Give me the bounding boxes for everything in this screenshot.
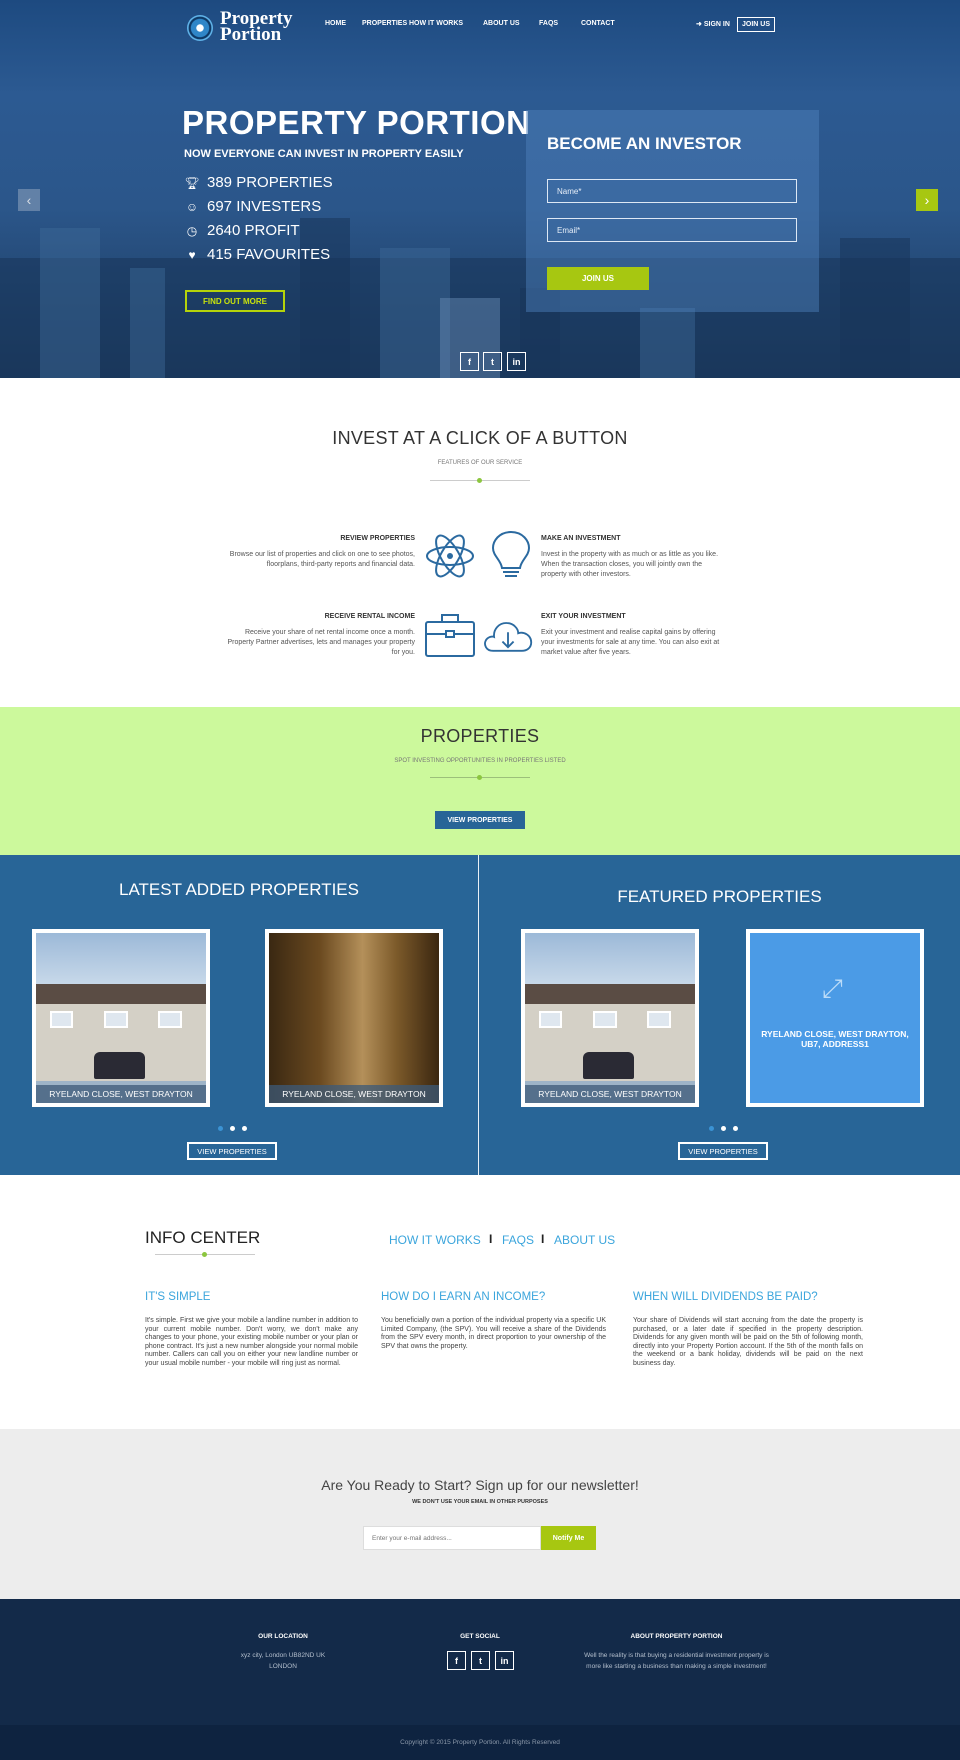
property-card-caption: RYELAND CLOSE, WEST DRAYTON xyxy=(36,1085,206,1103)
stat-favourites: ♥ 415 FAVOURITES xyxy=(185,246,330,263)
logo-text[interactable]: Property Portion xyxy=(220,9,292,44)
property-card[interactable]: RYELAND CLOSE, WEST DRAYTON xyxy=(265,929,443,1107)
notify-me-button[interactable]: Notify Me xyxy=(541,1526,596,1550)
slider-prev-arrow-icon[interactable]: ‹ xyxy=(18,189,40,211)
info-question: IT'S SIMPLE xyxy=(145,1291,211,1303)
expand-icon[interactable]: ⤢ xyxy=(822,973,852,1003)
copyright: Copyright © 2015 Property Portion. All R… xyxy=(0,1725,960,1760)
feature-text-rental: Receive your share of net rental income … xyxy=(227,629,415,656)
pager-dot[interactable] xyxy=(218,1126,223,1131)
property-card[interactable]: RYELAND CLOSE, WEST DRAYTON xyxy=(521,929,699,1107)
invest-title: INVEST AT A CLICK OF A BUTTON xyxy=(332,428,628,448)
footer-facebook-icon[interactable]: f xyxy=(447,1651,466,1670)
nav-home[interactable]: HOME xyxy=(325,20,346,27)
find-out-more-button[interactable]: FIND OUT MORE xyxy=(185,290,285,312)
pager-dot[interactable] xyxy=(242,1126,247,1131)
linkedin-icon[interactable]: in xyxy=(507,352,526,371)
info-link-separator: I xyxy=(541,1232,545,1246)
info-link-faqs[interactable]: FAQS xyxy=(502,1233,534,1247)
briefcase-icon xyxy=(425,614,475,657)
join-us-button[interactable]: JOIN US xyxy=(547,267,649,290)
invest-subtitle: FEATURES OF OUR SERVICE xyxy=(437,460,523,466)
nav-how-it-works[interactable]: HOW IT WORKS xyxy=(409,20,463,27)
latest-properties-title: LATEST ADDED PROPERTIES xyxy=(119,880,359,899)
twitter-icon[interactable]: t xyxy=(483,352,502,371)
featured-properties-title: FEATURED PROPERTIES xyxy=(617,887,822,906)
view-latest-properties-button[interactable]: VIEW PROPERTIES xyxy=(187,1142,277,1160)
info-link-how-it-works[interactable]: HOW IT WORKS xyxy=(389,1233,481,1247)
footer-about-title: ABOUT PROPERTY PORTION xyxy=(630,1633,723,1640)
logo-icon[interactable] xyxy=(187,15,213,41)
stat-profit: ◷ 2640 PROFIT xyxy=(186,222,300,239)
footer-about-text: Well the reality is that buying a reside… xyxy=(584,1652,769,1670)
facebook-icon[interactable]: f xyxy=(460,352,479,371)
cloud-download-icon xyxy=(484,622,533,652)
stat-properties: 🏆︎ 389 PROPERTIES xyxy=(184,174,333,191)
properties-subtitle: SPOT INVESTING OPPORTUNITIES IN PROPERTI… xyxy=(394,758,566,764)
newsletter-email-input[interactable] xyxy=(363,1526,541,1550)
invest-divider xyxy=(430,478,530,483)
slider-next-arrow-icon[interactable]: › xyxy=(916,189,938,211)
footer-twitter-icon[interactable]: t xyxy=(471,1651,490,1670)
property-card-caption: RYELAND CLOSE, WEST DRAYTON xyxy=(525,1085,695,1103)
info-question: WHEN WILL DIVIDENDS BE PAID? xyxy=(633,1291,818,1303)
pager-dot[interactable] xyxy=(230,1126,235,1131)
newsletter-section xyxy=(0,1429,960,1599)
hero-title: PROPERTY PORTION xyxy=(182,104,531,141)
property-card-featured[interactable]: ⤢ RYELAND CLOSE, WEST DRAYTON, UB7, ADDR… xyxy=(746,929,924,1107)
feature-text-exit: Exit your investment and realise capital… xyxy=(541,629,720,656)
feature-text-invest: Invest in the property with as much or a… xyxy=(541,551,719,578)
properties-title: PROPERTIES xyxy=(420,726,540,746)
footer-location-text: xyz city, London UB82ND UK LONDON xyxy=(240,1652,326,1670)
newsletter-title: Are You Ready to Start? Sign up for our … xyxy=(321,1477,639,1493)
join-us-header-button[interactable]: JOIN US xyxy=(737,17,776,32)
sign-in-link[interactable]: ➜ SIGN IN xyxy=(696,20,730,28)
feature-title-review: REVIEW PROPERTIES xyxy=(340,535,415,542)
clock-icon: ◷ xyxy=(186,223,198,238)
info-link-separator: I xyxy=(489,1232,493,1246)
property-card-caption: RYELAND CLOSE, WEST DRAYTON, UB7, ADDRES… xyxy=(761,1029,909,1049)
name-field[interactable] xyxy=(547,179,797,203)
lightbulb-icon xyxy=(491,530,531,577)
newsletter-subtitle: WE DON'T USE YOUR EMAIL IN OTHER PURPOSE… xyxy=(412,1499,548,1505)
trophy-icon: 🏆︎ xyxy=(184,175,200,190)
properties-divider xyxy=(430,775,530,780)
view-properties-button[interactable]: VIEW PROPERTIES xyxy=(435,811,525,829)
feature-title-invest: MAKE AN INVESTMENT xyxy=(541,535,621,542)
view-featured-properties-button[interactable]: VIEW PROPERTIES xyxy=(678,1142,768,1160)
info-center-title: INFO CENTER xyxy=(145,1228,261,1247)
stat-investers: ☺ 697 INVESTERS xyxy=(185,198,322,215)
pager-dot[interactable] xyxy=(733,1126,738,1131)
heart-icon: ♥ xyxy=(188,247,196,262)
property-card-caption: RYELAND CLOSE, WEST DRAYTON xyxy=(269,1085,439,1103)
investor-form-title: BECOME AN INVESTOR xyxy=(547,134,742,153)
nav-contact[interactable]: CONTACT xyxy=(581,20,615,27)
info-answer: It's simple. First we give your mobile a… xyxy=(145,1317,358,1367)
pager-dot[interactable] xyxy=(721,1126,726,1131)
nav-about-us[interactable]: ABOUT US xyxy=(483,20,520,27)
sign-in-icon: ➜ xyxy=(696,21,702,28)
info-question: HOW DO I EARN AN INCOME? xyxy=(381,1291,546,1303)
feature-title-rental: RECEIVE RENTAL INCOME xyxy=(324,613,415,620)
smiley-icon: ☺ xyxy=(185,199,199,214)
feature-text-review: Browse our list of properties and click … xyxy=(229,551,415,568)
email-field[interactable] xyxy=(547,218,797,242)
property-card[interactable]: RYELAND CLOSE, WEST DRAYTON xyxy=(32,929,210,1107)
nav-faqs[interactable]: FAQS xyxy=(539,20,558,27)
info-answer: Your share of Dividends will start accru… xyxy=(633,1317,863,1367)
pager-dot[interactable] xyxy=(709,1126,714,1131)
footer-location-title: OUR LOCATION xyxy=(258,1633,308,1640)
atom-icon xyxy=(426,534,474,578)
footer-social-title: GET SOCIAL xyxy=(460,1633,500,1640)
feature-title-exit: EXIT YOUR INVESTMENT xyxy=(541,613,626,620)
nav-properties[interactable]: PROPERTIES xyxy=(362,20,407,27)
info-divider xyxy=(155,1252,255,1257)
hero-subtitle: NOW EVERYONE CAN INVEST IN PROPERTY EASI… xyxy=(184,148,464,160)
footer-linkedin-icon[interactable]: in xyxy=(495,1651,514,1670)
info-answer: You beneficially own a portion of the in… xyxy=(381,1317,606,1350)
info-link-about-us[interactable]: ABOUT US xyxy=(554,1233,615,1247)
